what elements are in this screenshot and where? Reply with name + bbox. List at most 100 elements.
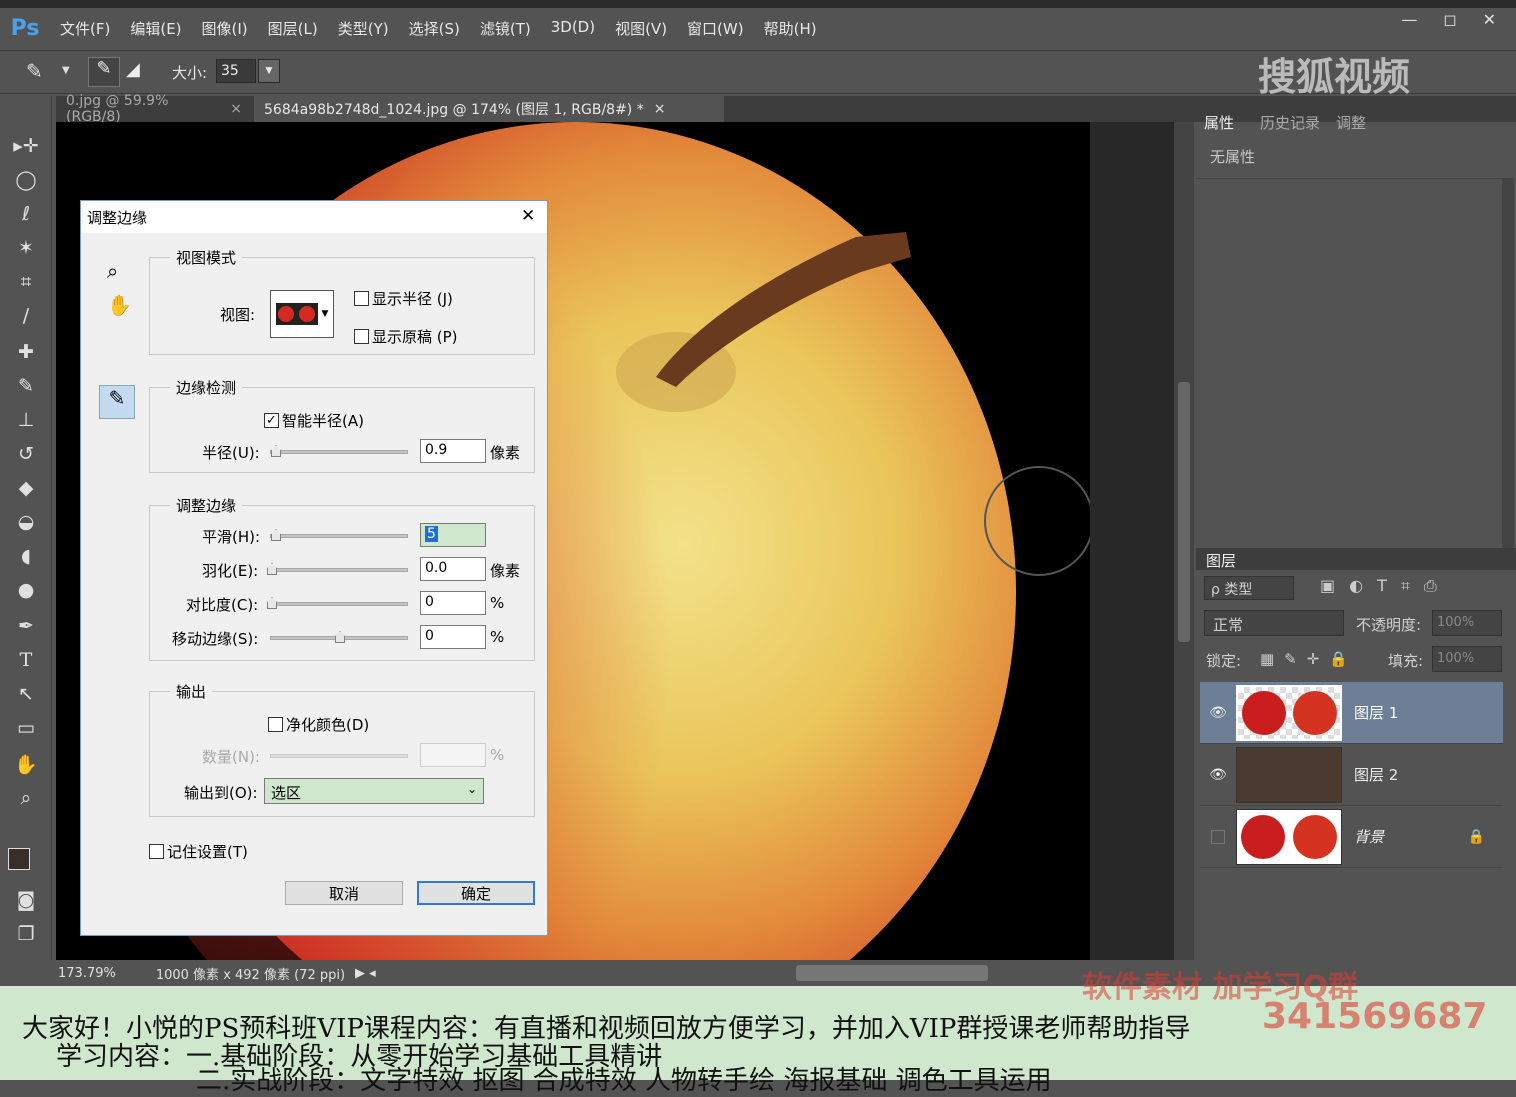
dodge-icon[interactable]: ● <box>10 576 42 604</box>
radius-input[interactable]: 0.9 <box>420 439 486 463</box>
clone-stamp-icon[interactable]: ⊥ <box>10 406 42 434</box>
blend-mode-select[interactable]: 正常 <box>1204 610 1344 636</box>
quick-mask-icon[interactable]: ◙ <box>10 886 42 914</box>
blur-icon[interactable]: ◖ <box>10 542 42 570</box>
menu-item-8[interactable]: 视图(V) <box>605 18 677 39</box>
tab-document-1[interactable]: 5684a98b2748d_1024.jpg @ 174% (图层 1, RGB… <box>254 96 724 122</box>
eye-icon[interactable]: 👁 <box>1200 705 1236 721</box>
layer-name[interactable]: 背景 <box>1354 826 1384 847</box>
view-select[interactable]: ▼ <box>270 290 334 338</box>
tab-history[interactable]: 历史记录 <box>1260 112 1320 133</box>
radius-slider[interactable] <box>270 445 408 457</box>
tab-document-0[interactable]: 0.jpg @ 59.9%(RGB/8) × <box>56 93 252 125</box>
menu-item-1[interactable]: 编辑(E) <box>120 18 191 39</box>
menu-item-6[interactable]: 滤镜(T) <box>470 18 541 39</box>
tab-properties[interactable]: 属性 <box>1204 112 1234 133</box>
cancel-button[interactable]: 取消 <box>285 881 403 905</box>
chevron-down-icon[interactable]: ▼ <box>62 65 70 76</box>
layer-row-1[interactable]: 👁 图层 1 <box>1200 682 1503 744</box>
smooth-input[interactable]: 5 <box>420 523 486 547</box>
opacity-input[interactable]: 100% <box>1432 610 1502 636</box>
healing-brush-icon[interactable]: ✚ <box>10 338 42 366</box>
show-radius-checkbox[interactable]: 显示半径 (J) <box>354 288 453 309</box>
tab-close-icon[interactable]: × <box>230 101 242 117</box>
smooth-slider[interactable] <box>270 529 408 541</box>
visibility-toggle[interactable] <box>1200 829 1236 844</box>
fill-input[interactable]: 100% <box>1432 646 1502 672</box>
menu-item-2[interactable]: 图像(I) <box>192 18 258 39</box>
pen-icon[interactable]: ✒ <box>10 612 42 640</box>
vertical-scrollbar[interactable] <box>1174 122 1194 960</box>
menu-item-3[interactable]: 图层(L) <box>258 18 328 39</box>
tab-layers[interactable]: 图层 <box>1206 550 1236 571</box>
menu-item-0[interactable]: 文件(F) <box>50 18 120 39</box>
layer-row-2[interactable]: 👁 图层 2 <box>1200 744 1503 806</box>
menu-item-5[interactable]: 选择(S) <box>399 18 470 39</box>
status-arrow-icon[interactable]: ▶ ◂ <box>355 966 376 981</box>
eraser-icon[interactable]: ◆ <box>10 474 42 502</box>
layer-row-background[interactable]: 背景 🔒 <box>1200 806 1503 868</box>
zoom-level[interactable]: 173.79% <box>58 966 116 981</box>
screen-mode-icon[interactable]: ❐ <box>10 920 42 948</box>
layer-filter-select[interactable]: ρ 类型 <box>1204 576 1294 600</box>
slider-thumb[interactable] <box>271 529 281 541</box>
remember-settings-checkbox[interactable]: 记住设置(T) <box>149 841 248 862</box>
eye-icon[interactable]: 👁 <box>1200 767 1236 783</box>
size-dropdown-icon[interactable]: ▼ <box>258 59 280 83</box>
contrast-input[interactable]: 0 <box>420 591 486 615</box>
menu-item-9[interactable]: 窗口(W) <box>677 18 754 39</box>
refine-radius-tool-icon[interactable]: ✎ <box>88 57 120 87</box>
decontaminate-checkbox[interactable]: 净化颜色(D) <box>268 714 369 735</box>
brush-preset-icon[interactable]: ✎ <box>26 59 56 85</box>
horizontal-scroll-thumb[interactable] <box>796 965 988 981</box>
erase-refinements-tool-icon[interactable]: ◢ <box>126 59 156 85</box>
dialog-close-icon[interactable]: ✕ <box>521 206 535 226</box>
shift-edge-slider[interactable] <box>270 631 408 643</box>
tab-adjustments[interactable]: 调整 <box>1336 112 1366 133</box>
paint-bucket-icon[interactable]: ◒ <box>10 508 42 536</box>
zoom-icon[interactable]: ⌕ <box>10 784 42 812</box>
show-original-checkbox[interactable]: 显示原稿 (P) <box>354 326 458 347</box>
elliptical-marquee-icon[interactable]: ◯ <box>10 166 42 194</box>
menu-item-10[interactable]: 帮助(H) <box>754 18 827 39</box>
foreground-color-swatch[interactable] <box>8 848 30 870</box>
ok-button[interactable]: 确定 <box>417 881 535 905</box>
layer-name[interactable]: 图层 2 <box>1354 764 1398 785</box>
move-tool-icon[interactable]: ▸✛ <box>10 132 42 160</box>
lock-icons[interactable]: ▦✎✛🔒 <box>1260 650 1358 668</box>
slider-thumb[interactable] <box>271 445 281 457</box>
shift-edge-input[interactable]: 0 <box>420 625 486 649</box>
output-to-select[interactable]: 选区 ⌄ <box>264 778 484 804</box>
layer-filter-icons[interactable]: ▣◐T⌗⎙ <box>1320 576 1451 596</box>
tab-close-icon[interactable]: × <box>654 101 666 117</box>
contrast-slider[interactable] <box>267 597 408 609</box>
close-button[interactable]: ✕ <box>1483 10 1496 29</box>
slider-thumb[interactable] <box>267 563 277 575</box>
feather-slider[interactable] <box>267 563 408 575</box>
history-brush-icon[interactable]: ↺ <box>10 440 42 468</box>
menu-item-4[interactable]: 类型(Y) <box>328 18 399 39</box>
lasso-icon[interactable]: ℓ <box>10 200 42 228</box>
smart-radius-checkbox[interactable]: ✓ 智能半径(A) <box>264 410 364 431</box>
type-icon[interactable]: T <box>10 646 42 674</box>
slider-thumb[interactable] <box>267 597 277 609</box>
hand-icon[interactable]: ✋ <box>10 750 42 778</box>
layer-name[interactable]: 图层 1 <box>1354 702 1398 723</box>
slider-thumb[interactable] <box>335 631 345 643</box>
scroll-thumb[interactable] <box>1178 382 1190 642</box>
restore-button[interactable]: ◻ <box>1443 10 1456 29</box>
hand-tool-icon[interactable]: ✋ <box>107 293 132 317</box>
refine-radius-tool-icon[interactable]: ✎ <box>99 385 135 419</box>
magic-wand-icon[interactable]: ✶ <box>10 234 42 262</box>
minimize-button[interactable]: — <box>1401 10 1417 29</box>
properties-scrollbar[interactable] <box>1502 178 1514 548</box>
size-input[interactable]: 35 <box>216 59 256 83</box>
crop-icon[interactable]: ⌗ <box>10 268 42 296</box>
rectangle-icon[interactable]: ▭ <box>10 714 42 742</box>
menu-item-7[interactable]: 3D(D) <box>541 18 605 39</box>
path-selection-icon[interactable]: ↖ <box>10 680 42 708</box>
eyedropper-icon[interactable]: ∕ <box>10 302 42 330</box>
brush-icon[interactable]: ✎ <box>10 372 42 400</box>
feather-input[interactable]: 0.0 <box>420 557 486 581</box>
zoom-tool-icon[interactable]: ⌕ <box>107 259 118 283</box>
